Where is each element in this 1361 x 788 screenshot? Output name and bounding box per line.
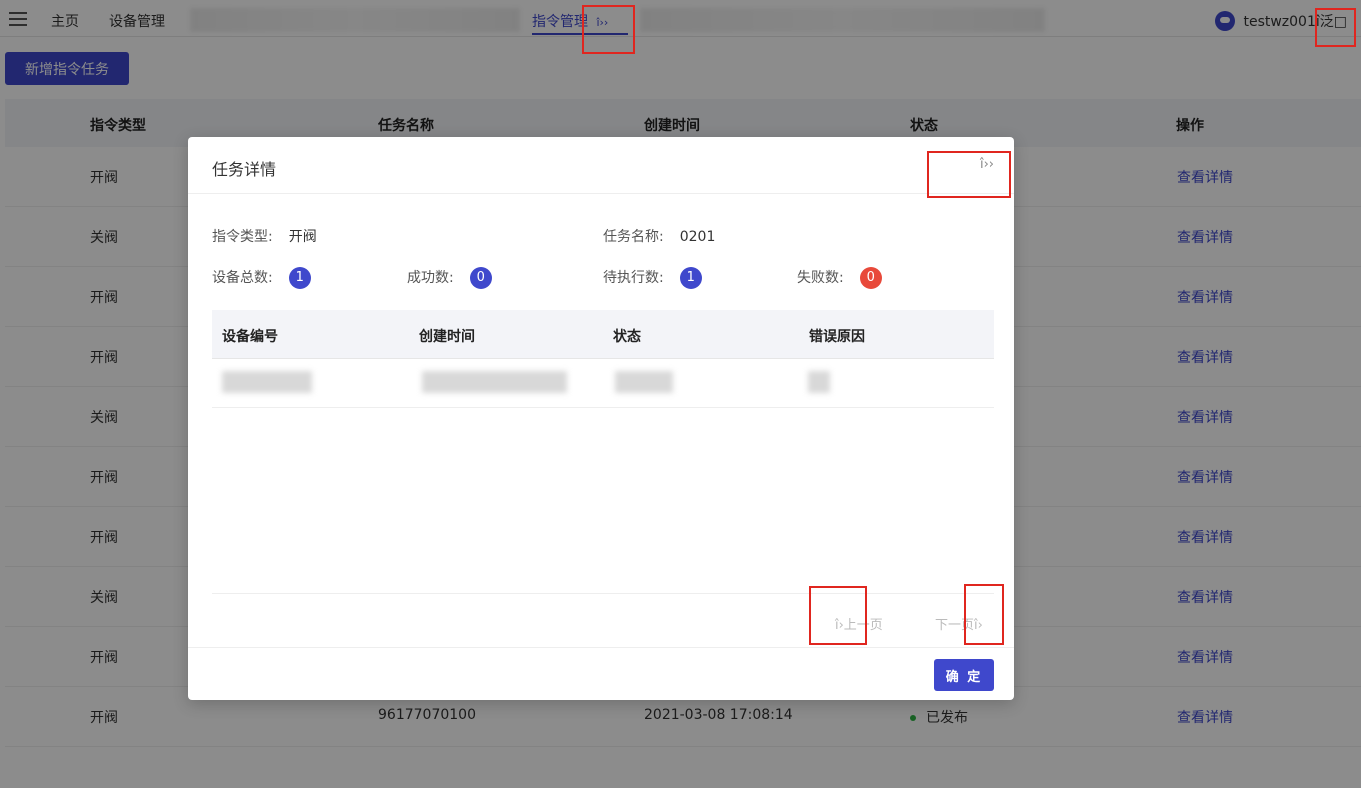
command-type-label: 指令类型: (212, 229, 273, 245)
command-type-value: 开阀 (288, 229, 317, 245)
dialog-header: 任务详情 î›› (188, 137, 1014, 194)
pending-count-badge: 1 (679, 267, 702, 289)
header-created-time: 创建时间 (419, 329, 475, 345)
info-task-name: 任务名称: 0201 (603, 226, 715, 246)
confirm-button[interactable]: 确 定 (934, 659, 994, 691)
blurred-error-reason (808, 371, 830, 393)
task-name-label: 任务名称: (603, 229, 664, 245)
info-success-count: 成功数: 0 (407, 267, 492, 289)
annotation-box (964, 584, 1004, 645)
header-error-reason: 错误原因 (809, 329, 865, 345)
annotation-box (1315, 8, 1356, 47)
fail-count-badge: 0 (859, 267, 882, 289)
device-table-header: 设备编号 创建时间 状态 错误原因 (212, 310, 994, 359)
task-name-value: 0201 (679, 229, 716, 245)
annotation-box (809, 586, 867, 645)
header-device-id: 设备编号 (222, 329, 278, 345)
blurred-created-time (422, 371, 567, 393)
header-status: 状态 (613, 329, 641, 345)
info-pending-count: 待执行数: 1 (603, 267, 702, 289)
table-row (212, 359, 994, 408)
blurred-device-id (222, 371, 312, 393)
dialog-title: 任务详情 (212, 160, 277, 179)
info-device-total: 设备总数: 1 (212, 267, 311, 289)
success-count-badge: 0 (469, 267, 492, 289)
device-total-label: 设备总数: (212, 270, 273, 286)
blurred-status (615, 371, 673, 393)
info-fail-count: 失败数: 0 (797, 267, 882, 289)
divider (188, 647, 1014, 648)
device-total-badge: 1 (288, 267, 311, 289)
pending-count-label: 待执行数: (603, 270, 664, 286)
fail-count-label: 失败数: (797, 270, 844, 286)
annotation-box (582, 5, 635, 54)
annotation-box (927, 151, 1011, 198)
success-count-label: 成功数: (407, 270, 454, 286)
divider (212, 593, 994, 594)
info-command-type: 指令类型: 开阀 (212, 226, 317, 246)
task-detail-dialog: 任务详情 î›› 指令类型: 开阀 任务名称: 0201 设备总数: 1 成功数: 0 … (188, 137, 1014, 700)
